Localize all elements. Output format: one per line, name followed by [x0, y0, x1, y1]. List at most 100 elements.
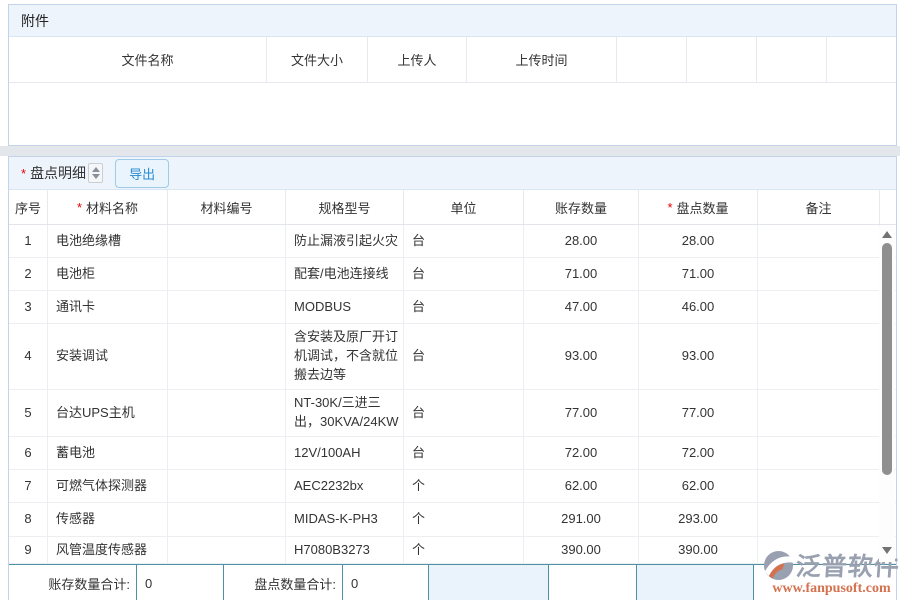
cell-stock: 93.00: [524, 324, 639, 389]
cell-seq: 5: [9, 390, 48, 436]
cell-counted: 71.00: [639, 258, 758, 290]
cell-stock: 62.00: [524, 470, 639, 502]
footer-empty-cell: [637, 565, 754, 600]
attachments-col-uploadtime: 上传时间: [467, 37, 617, 82]
cell-stock: 77.00: [524, 390, 639, 436]
cell-spec: NT-30K/三进三出，30KVA/24KW: [286, 390, 404, 436]
cell-seq: 3: [9, 291, 48, 323]
cell-note: [758, 258, 880, 290]
cell-seq: 9: [9, 537, 48, 563]
col-stock-qty: 账存数量: [524, 190, 639, 224]
cell-name: 传感器: [48, 503, 168, 536]
cell-unit: 台: [404, 437, 524, 469]
cell-name: 蓄电池: [48, 437, 168, 469]
table-row[interactable]: 4 安装调试 含安装及原厂开订机调试，不含就位搬去边等 台 93.00 93.0…: [9, 324, 896, 390]
cell-note: [758, 537, 880, 563]
table-row[interactable]: 6 蓄电池 12V/100AH 台 72.00 72.00: [9, 437, 896, 470]
count-total-label: 盘点数量合计:: [224, 565, 343, 600]
cell-note: [758, 470, 880, 502]
scroll-down-icon[interactable]: [882, 547, 892, 554]
required-marker: *: [77, 200, 82, 215]
required-marker: *: [21, 166, 26, 181]
cell-unit: 个: [404, 503, 524, 536]
stock-total-value: 0: [137, 565, 224, 600]
cell-stock: 72.00: [524, 437, 639, 469]
cell-seq: 2: [9, 258, 48, 290]
cell-code: [168, 390, 286, 436]
cell-seq: 8: [9, 503, 48, 536]
cell-code: [168, 291, 286, 323]
attachments-col-filesize: 文件大小: [267, 37, 368, 82]
cell-unit: 台: [404, 225, 524, 257]
cell-name: 安装调试: [48, 324, 168, 389]
cell-code: [168, 470, 286, 502]
table-row[interactable]: 7 可燃气体探测器 AEC2232bx 个 62.00 62.00: [9, 470, 896, 503]
cell-unit: 台: [404, 324, 524, 389]
col-seq: 序号: [9, 190, 48, 224]
cell-name: 通讯卡: [48, 291, 168, 323]
inventory-table: 序号 *材料名称 材料编号 规格型号 单位 账存数量 *盘点数量 备注 1 电池…: [9, 190, 896, 564]
cell-note: [758, 503, 880, 536]
attachments-panel-title: 附件: [9, 5, 896, 37]
export-button[interactable]: 导出: [115, 159, 169, 188]
inventory-detail-panel: * 盘点明细 导出 序号 *材料名称 材料编号 规格型号 单位 账存数量 *盘点…: [8, 156, 897, 600]
table-row[interactable]: 8 传感器 MIDAS-K-PH3 个 291.00 293.00: [9, 503, 896, 537]
count-total-value: 0: [343, 565, 429, 600]
stock-total-label: 账存数量合计:: [9, 565, 137, 600]
inventory-header-row: 序号 *材料名称 材料编号 规格型号 单位 账存数量 *盘点数量 备注: [9, 190, 896, 225]
cell-counted: 77.00: [639, 390, 758, 436]
cell-note: [758, 291, 880, 323]
col-unit: 单位: [404, 190, 524, 224]
attachments-col-uploader: 上传人: [368, 37, 467, 82]
cell-counted: 293.00: [639, 503, 758, 536]
cell-counted: 62.00: [639, 470, 758, 502]
cell-stock: 28.00: [524, 225, 639, 257]
cell-spec: MIDAS-K-PH3: [286, 503, 404, 536]
cell-seq: 4: [9, 324, 48, 389]
attachments-col-empty: [827, 37, 896, 82]
cell-note: [758, 437, 880, 469]
cell-seq: 7: [9, 470, 48, 502]
cell-name: 电池柜: [48, 258, 168, 290]
cell-code: [168, 258, 286, 290]
scrollbar-thumb[interactable]: [882, 243, 892, 475]
cell-stock: 47.00: [524, 291, 639, 323]
cell-unit: 台: [404, 291, 524, 323]
cell-counted: 28.00: [639, 225, 758, 257]
cell-note: [758, 390, 880, 436]
table-row[interactable]: 5 台达UPS主机 NT-30K/三进三出，30KVA/24KW 台 77.00…: [9, 390, 896, 437]
cell-spec: 12V/100AH: [286, 437, 404, 469]
table-row[interactable]: 9 风管温度传感器 H7080B3273 个 390.00 390.00: [9, 537, 896, 564]
scroll-up-icon[interactable]: [882, 231, 892, 238]
footer-empty-cell: [754, 565, 896, 600]
cell-note: [758, 225, 880, 257]
totals-footer-row: 账存数量合计: 0 盘点数量合计: 0: [9, 564, 896, 600]
required-marker: *: [667, 200, 672, 215]
table-row[interactable]: 2 电池柜 配套/电池连接线 台 71.00 71.00: [9, 258, 896, 291]
cell-stock: 71.00: [524, 258, 639, 290]
cell-note: [758, 324, 880, 389]
table-scrollbar[interactable]: [879, 226, 895, 562]
cell-spec: AEC2232bx: [286, 470, 404, 502]
col-material-name: *材料名称: [48, 190, 168, 224]
table-row[interactable]: 1 电池绝缘槽 防止漏液引起火灾 台 28.00 28.00: [9, 225, 896, 258]
cell-spec: 防止漏液引起火灾: [286, 225, 404, 257]
cell-counted: 46.00: [639, 291, 758, 323]
col-note: 备注: [758, 190, 880, 224]
attachments-col-filename: 文件名称: [9, 37, 267, 82]
cell-spec: 含安装及原厂开订机调试，不含就位搬去边等: [286, 324, 404, 389]
stepper-down-icon[interactable]: [92, 174, 100, 179]
cell-name: 可燃气体探测器: [48, 470, 168, 502]
cell-counted: 72.00: [639, 437, 758, 469]
cell-spec: MODBUS: [286, 291, 404, 323]
panel-gap: [0, 146, 900, 156]
stepper-up-icon[interactable]: [92, 167, 100, 172]
cell-code: [168, 537, 286, 563]
cell-unit: 个: [404, 537, 524, 563]
cell-unit: 个: [404, 470, 524, 502]
attachments-header-row: 文件名称 文件大小 上传人 上传时间: [9, 37, 896, 83]
inventory-title-label: 盘点明细: [30, 163, 86, 183]
table-row[interactable]: 3 通讯卡 MODBUS 台 47.00 46.00: [9, 291, 896, 324]
row-stepper[interactable]: [88, 163, 103, 183]
inventory-panel-title: * 盘点明细 导出: [9, 157, 896, 190]
